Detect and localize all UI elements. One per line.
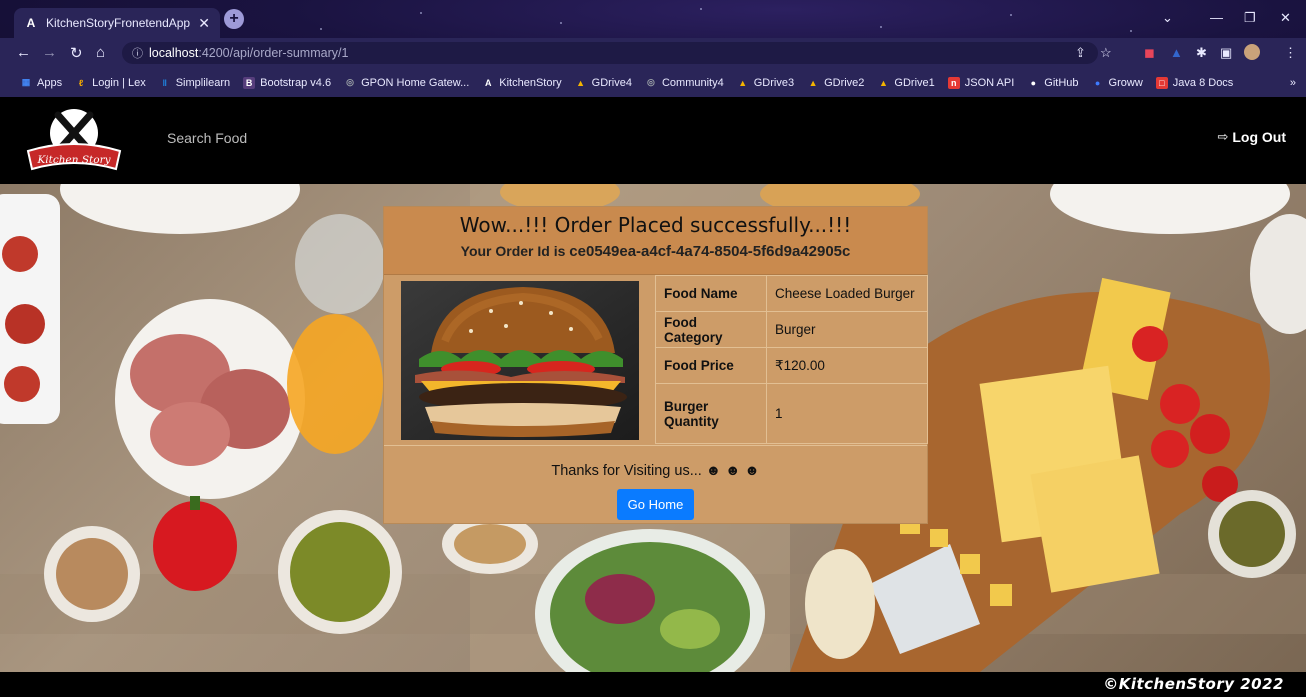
food-name-value: Cheese Loaded Burger xyxy=(766,275,928,312)
tab-close-icon[interactable]: ✕ xyxy=(198,15,210,32)
gdrive-icon: ▲ xyxy=(576,77,586,88)
angular-icon: A xyxy=(485,77,492,88)
pocket-extension-icon[interactable]: ◼ xyxy=(1144,45,1155,61)
tab-search-chevron-icon[interactable]: ⌄ xyxy=(1162,10,1173,26)
logout-label: Log Out xyxy=(1232,129,1286,145)
url-path: :4200/api/order-summary/1 xyxy=(198,46,349,60)
food-name-label: Food Name xyxy=(655,275,767,312)
url-host: localhost xyxy=(149,46,199,60)
food-price-label: Food Price xyxy=(655,347,767,384)
burger-illustration xyxy=(401,281,639,440)
bookmark-item[interactable]: ● GitHub xyxy=(1027,77,1079,89)
svg-text:Kitchen Story: Kitchen Story xyxy=(36,154,111,166)
page-footer: ©KitchenStory 2022 xyxy=(0,672,1306,697)
order-summary-card: Wow...!!! Order Placed successfully...!!… xyxy=(383,206,928,524)
browser-chrome: A KitchenStoryFronetendApp ✕ + ⌄ — ❐ ✕ ←… xyxy=(0,0,1306,97)
browser-menu-icon[interactable]: ⋮ xyxy=(1284,45,1297,61)
logout-icon: ⇨ xyxy=(1217,129,1229,144)
bookmark-item[interactable]: B Bootstrap v4.6 xyxy=(243,76,331,89)
food-category-value: Burger xyxy=(766,311,928,348)
back-icon[interactable]: ← xyxy=(16,44,31,61)
burger-quantity-label: Burger Quantity xyxy=(655,383,767,444)
logout-button[interactable]: ⇨ Log Out xyxy=(1217,129,1286,145)
order-success-title: Wow...!!! Order Placed successfully...!!… xyxy=(459,213,852,237)
bookmark-item[interactable]: ▲ GDrive3 xyxy=(737,77,794,89)
new-tab-icon[interactable]: + xyxy=(224,9,244,29)
bookmark-item[interactable]: ▲ GDrive2 xyxy=(807,77,865,89)
address-bar[interactable]: ⓘ localhost:4200/api/order-summary/1 xyxy=(122,42,1098,64)
share-icon[interactable]: ⇪ xyxy=(1075,45,1086,61)
minimize-icon[interactable]: — xyxy=(1210,10,1223,25)
gdrive-icon: ▲ xyxy=(738,77,748,88)
simplilearn-icon: ‖ xyxy=(162,77,167,88)
food-category-label: Food Category xyxy=(655,311,767,348)
apps-grid-icon: ▦ xyxy=(21,77,31,87)
address-row: ← → ↻ ⌂ ⓘ localhost:4200/api/order-summa… xyxy=(0,38,1306,68)
food-image xyxy=(401,281,639,440)
bookmark-item[interactable]: A KitchenStory xyxy=(482,77,562,89)
order-card-header: Wow...!!! Order Placed successfully...!!… xyxy=(384,207,927,275)
json-icon: n xyxy=(947,76,960,89)
order-id: ce0549ea-a4cf-4a74-8504-5f6d9a42905c xyxy=(569,243,851,260)
gdrive-icon: ▲ xyxy=(878,77,888,88)
bookmarks-bar: ▦ Apps ℓ Login | Lex ‖ Simplilearn B Bootstr… xyxy=(0,68,1306,97)
groww-icon: ● xyxy=(1094,77,1101,88)
copyright-text: ©KitchenStory 2022 xyxy=(1103,675,1284,693)
lex-icon: ℓ xyxy=(78,77,84,88)
window-close-icon[interactable]: ✕ xyxy=(1280,10,1291,26)
kitchen-story-logo[interactable]: Kitchen Story xyxy=(24,103,124,179)
bookmark-star-icon[interactable]: ☆ xyxy=(1100,45,1112,61)
angular-favicon-icon: A xyxy=(26,16,36,30)
bookmark-item[interactable]: □ Java 8 Docs xyxy=(1155,76,1233,89)
tab-title: KitchenStoryFronetendApp xyxy=(46,16,191,30)
table-row: Food Category Burger xyxy=(655,311,928,348)
bookmark-item[interactable]: ℓ Login | Lex xyxy=(75,77,146,89)
food-price-value: ₹120.00 xyxy=(766,347,928,384)
bookmark-item[interactable]: n JSON API xyxy=(947,76,1014,89)
bookmark-item[interactable]: ● Groww xyxy=(1092,77,1143,89)
bookmark-item[interactable]: ◎ GPON Home Gatew... xyxy=(344,77,469,89)
app-navbar: Kitchen Story Search Food ⇨ Log Out xyxy=(0,97,1306,184)
restore-icon[interactable]: ❐ xyxy=(1244,10,1256,26)
java-docs-icon: □ xyxy=(1155,76,1168,89)
site-info-icon[interactable]: ⓘ xyxy=(132,45,143,61)
side-panel-icon[interactable]: ▣ xyxy=(1220,45,1232,61)
bookmark-item[interactable]: ▦ Apps xyxy=(20,77,62,89)
bootstrap-icon: B xyxy=(243,76,256,89)
table-row: Food Price ₹120.00 xyxy=(655,347,928,384)
table-row: Burger Quantity 1 xyxy=(655,383,928,444)
bookmark-item[interactable]: ‖ Simplilearn xyxy=(159,77,230,89)
more-bookmarks-icon[interactable]: » xyxy=(1290,77,1296,89)
drive-extension-icon[interactable]: ▲ xyxy=(1170,45,1183,60)
go-home-button[interactable]: Go Home xyxy=(616,489,695,520)
order-card-footer: Thanks for Visiting us... ☻ ☻ ☻ Go Home xyxy=(384,445,927,520)
globe-icon: ◎ xyxy=(346,77,354,87)
profile-avatar[interactable] xyxy=(1244,44,1260,60)
globe-icon: ◎ xyxy=(647,77,655,87)
bookmark-item[interactable]: ▲ GDrive4 xyxy=(575,77,632,89)
bookmark-item[interactable]: ▲ GDrive1 xyxy=(877,77,935,89)
browser-tab[interactable]: A KitchenStoryFronetendApp ✕ xyxy=(14,8,220,38)
reload-icon[interactable]: ↻ xyxy=(70,44,83,62)
burger-quantity-value: 1 xyxy=(766,383,928,444)
gdrive-icon: ▲ xyxy=(808,77,818,88)
thanks-message: Thanks for Visiting us... ☻ ☻ ☻ xyxy=(551,463,760,479)
table-row: Food Name Cheese Loaded Burger xyxy=(655,275,928,312)
forward-icon[interactable]: → xyxy=(42,44,57,61)
tab-bar: A KitchenStoryFronetendApp ✕ + ⌄ — ❐ ✕ xyxy=(0,0,1306,38)
github-icon: ● xyxy=(1030,77,1037,88)
search-food-link[interactable]: Search Food xyxy=(167,130,247,146)
order-id-prefix: Your Order Id is xyxy=(460,243,566,259)
order-card-body: Food Name Cheese Loaded Burger Food Cate… xyxy=(384,275,928,445)
order-details-table: Food Name Cheese Loaded Burger Food Cate… xyxy=(655,275,928,444)
bookmark-item[interactable]: ◎ Community4 xyxy=(645,77,724,89)
extensions-puzzle-icon[interactable]: ✱ xyxy=(1196,45,1207,61)
home-icon[interactable]: ⌂ xyxy=(96,44,105,61)
order-id-line: Your Order Id is ce0549ea-a4cf-4a74-8504… xyxy=(384,237,927,260)
